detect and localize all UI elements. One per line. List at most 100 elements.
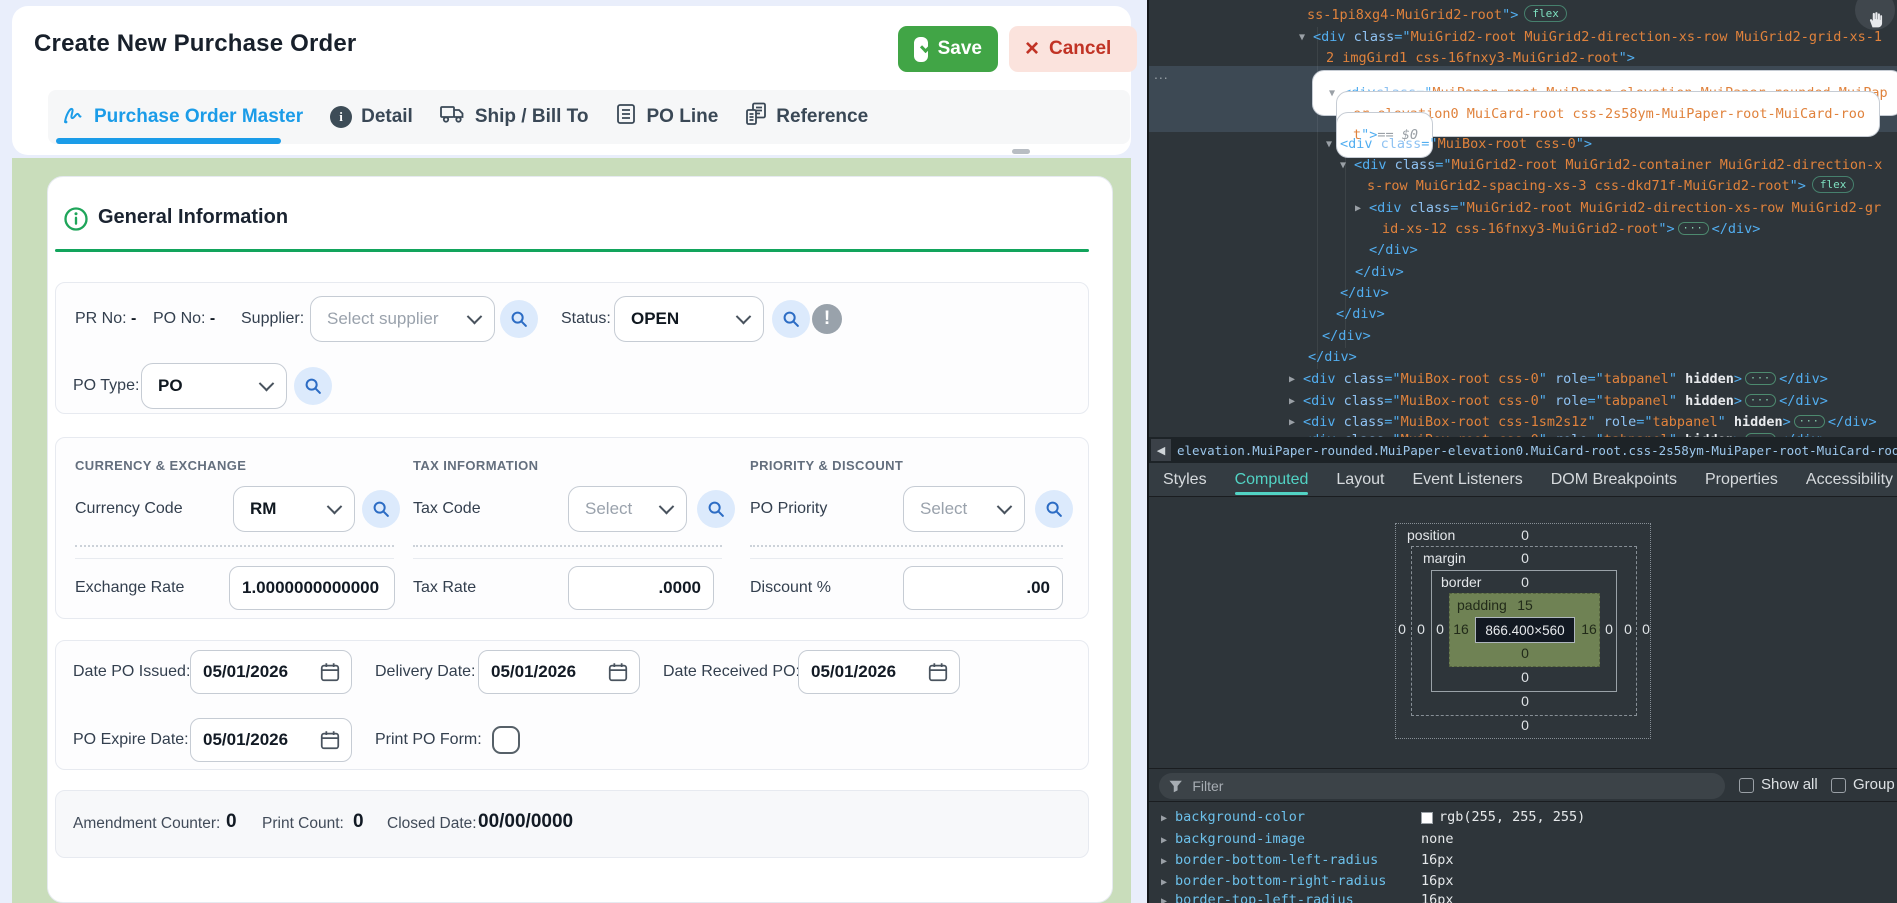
tab-dom-breakpoints[interactable]: DOM Breakpoints bbox=[1551, 463, 1677, 496]
show-all-label: Show all bbox=[1761, 776, 1818, 793]
print-po-form-checkbox[interactable] bbox=[492, 726, 520, 754]
padding-bottom: 0 bbox=[1521, 645, 1529, 661]
expand-arrow-icon[interactable]: ▶ bbox=[1161, 891, 1167, 903]
save-button[interactable]: Save bbox=[898, 26, 998, 72]
expand-arrow-icon[interactable]: ▶ bbox=[1161, 851, 1167, 872]
breadcrumb-back-arrow[interactable]: ◀ bbox=[1151, 439, 1171, 461]
date-received-po-input[interactable]: 05/01/2026 bbox=[798, 650, 960, 694]
tab-computed[interactable]: Computed bbox=[1235, 463, 1309, 496]
property-name: background-color bbox=[1175, 807, 1305, 828]
search-icon bbox=[1043, 498, 1065, 520]
po-expire-date-label: PO Expire Date: bbox=[73, 718, 189, 762]
date-po-issued-input[interactable]: 05/01/2026 bbox=[190, 650, 352, 694]
tab-purchase-order-master[interactable]: Purchase Order Master bbox=[61, 102, 303, 132]
currency-code-select[interactable]: RM bbox=[233, 486, 355, 532]
show-all-checkbox[interactable] bbox=[1739, 778, 1754, 793]
search-icon bbox=[508, 308, 530, 330]
computed-property-row[interactable]: ▶ border-bottom-right-radius 16px bbox=[1149, 871, 1897, 892]
devtools-tabs-bar: Styles Computed Layout Event Listeners D… bbox=[1149, 463, 1897, 497]
supplier-search-button[interactable] bbox=[500, 300, 538, 338]
chevron-down-icon bbox=[997, 498, 1013, 514]
computed-property-row[interactable]: ▶ border-bottom-left-radius 16px bbox=[1149, 850, 1897, 871]
property-value: 16px bbox=[1421, 850, 1454, 871]
devtools-panel: ... ss-1pi8xg4-MuiGrid2-root">flex▼<div … bbox=[1147, 0, 1897, 903]
status-select[interactable]: OPEN bbox=[614, 296, 764, 342]
margin-label: margin bbox=[1423, 550, 1466, 566]
cancel-button[interactable]: × Cancel bbox=[1009, 26, 1137, 72]
position-top: 0 bbox=[1521, 527, 1529, 543]
expand-arrow-icon[interactable]: ▶ bbox=[1161, 808, 1167, 829]
calendar-icon bbox=[927, 661, 949, 683]
property-value: none bbox=[1421, 829, 1454, 850]
filter-input-wrap[interactable] bbox=[1159, 773, 1725, 799]
tab-styles[interactable]: Styles bbox=[1163, 463, 1207, 496]
position-bottom: 0 bbox=[1521, 717, 1529, 733]
cancel-x-icon: × bbox=[1025, 39, 1039, 59]
po-priority-search-button[interactable] bbox=[1035, 490, 1073, 528]
pr-no-value: - bbox=[131, 310, 136, 327]
tab-layout[interactable]: Layout bbox=[1336, 463, 1384, 496]
po-no-value: - bbox=[210, 310, 215, 327]
border-bottom: 0 bbox=[1521, 669, 1529, 685]
closed-date-value: 00/00/0000 bbox=[478, 810, 573, 834]
amendment-counter-value: 0 bbox=[226, 810, 237, 834]
section-underline bbox=[55, 249, 1089, 252]
document-copy-icon bbox=[745, 102, 767, 132]
currency-column-header: CURRENCY & EXCHANGE bbox=[75, 458, 246, 473]
delivery-date-input[interactable]: 05/01/2026 bbox=[478, 650, 640, 694]
tax-column-header: TAX INFORMATION bbox=[413, 458, 538, 473]
po-type-select[interactable]: PO bbox=[141, 363, 287, 409]
filter-input[interactable] bbox=[1190, 777, 1715, 795]
calendar-icon bbox=[319, 729, 341, 751]
tab-accessibility[interactable]: Accessibility bbox=[1806, 463, 1893, 496]
exchange-rate-input[interactable]: 1.0000000000000 bbox=[229, 566, 395, 610]
padding-left: 16 bbox=[1453, 621, 1469, 637]
padding-right: 16 bbox=[1581, 621, 1597, 637]
property-name: border-bottom-right-radius bbox=[1175, 871, 1386, 892]
currency-search-button[interactable] bbox=[362, 490, 400, 528]
currency-code-label: Currency Code bbox=[75, 486, 183, 532]
group-checkbox[interactable] bbox=[1831, 778, 1846, 793]
expand-arrow-icon[interactable]: ▶ bbox=[1161, 830, 1167, 851]
date-po-issued-label: Date PO Issued: bbox=[73, 650, 190, 694]
purchase-order-app: Create New Purchase Order Save × Cancel … bbox=[0, 0, 1147, 903]
tab-detail[interactable]: i Detail bbox=[330, 106, 413, 128]
save-button-label: Save bbox=[938, 38, 982, 60]
tab-ship-bill-to[interactable]: Ship / Bill To bbox=[440, 103, 589, 131]
elements-panel[interactable]: ... ss-1pi8xg4-MuiGrid2-root">flex▼<div … bbox=[1149, 0, 1897, 437]
computed-property-row[interactable]: ▶ background-color rgb(255, 255, 255) bbox=[1149, 807, 1897, 828]
status-search-button[interactable] bbox=[772, 300, 810, 338]
chevron-down-icon bbox=[467, 308, 483, 324]
save-check-icon bbox=[914, 37, 928, 62]
node-gutter-menu[interactable]: ... bbox=[1154, 66, 1169, 82]
po-type-search-button[interactable] bbox=[294, 367, 332, 405]
border-right: 0 bbox=[1605, 621, 1613, 637]
computed-property-row[interactable]: ▶ background-image none bbox=[1149, 829, 1897, 850]
tab-po-line[interactable]: PO Line bbox=[615, 103, 718, 131]
closed-date-label: Closed Date: bbox=[387, 812, 477, 836]
position-label: position bbox=[1407, 527, 1455, 543]
funnel-icon bbox=[1169, 780, 1182, 793]
tabstrip-scrollbar[interactable] bbox=[1012, 149, 1030, 154]
search-icon bbox=[780, 308, 802, 330]
tax-code-select[interactable]: Select bbox=[568, 486, 687, 532]
breadcrumb-selector[interactable]: elevation.MuiPaper-rounded.MuiPaper-elev… bbox=[1177, 443, 1897, 458]
tax-code-search-button[interactable] bbox=[697, 490, 735, 528]
tab-strip: Purchase Order Master i Detail Ship / Bi… bbox=[48, 90, 1130, 144]
tab-properties[interactable]: Properties bbox=[1705, 463, 1778, 496]
padding-label: padding bbox=[1457, 597, 1507, 613]
tax-rate-input[interactable]: .0000 bbox=[568, 566, 714, 610]
border-label: border bbox=[1441, 574, 1481, 590]
tab-reference[interactable]: Reference bbox=[745, 102, 868, 132]
tab-event-listeners[interactable]: Event Listeners bbox=[1412, 463, 1522, 496]
tab-label: Ship / Bill To bbox=[475, 106, 589, 128]
devtools-breadcrumb-bar: ◀ elevation.MuiPaper-rounded.MuiPaper-el… bbox=[1149, 437, 1897, 463]
discount-input[interactable]: .00 bbox=[903, 566, 1063, 610]
property-value: rgb(255, 255, 255) bbox=[1421, 807, 1585, 828]
po-priority-select[interactable]: Select bbox=[903, 486, 1025, 532]
margin-left: 0 bbox=[1417, 621, 1425, 637]
supplier-select[interactable]: Select supplier bbox=[310, 296, 495, 342]
computed-property-row[interactable]: ▶ border-top-left-radius 16px bbox=[1149, 890, 1897, 903]
search-icon bbox=[705, 498, 727, 520]
po-expire-date-input[interactable]: 05/01/2026 bbox=[190, 718, 352, 762]
